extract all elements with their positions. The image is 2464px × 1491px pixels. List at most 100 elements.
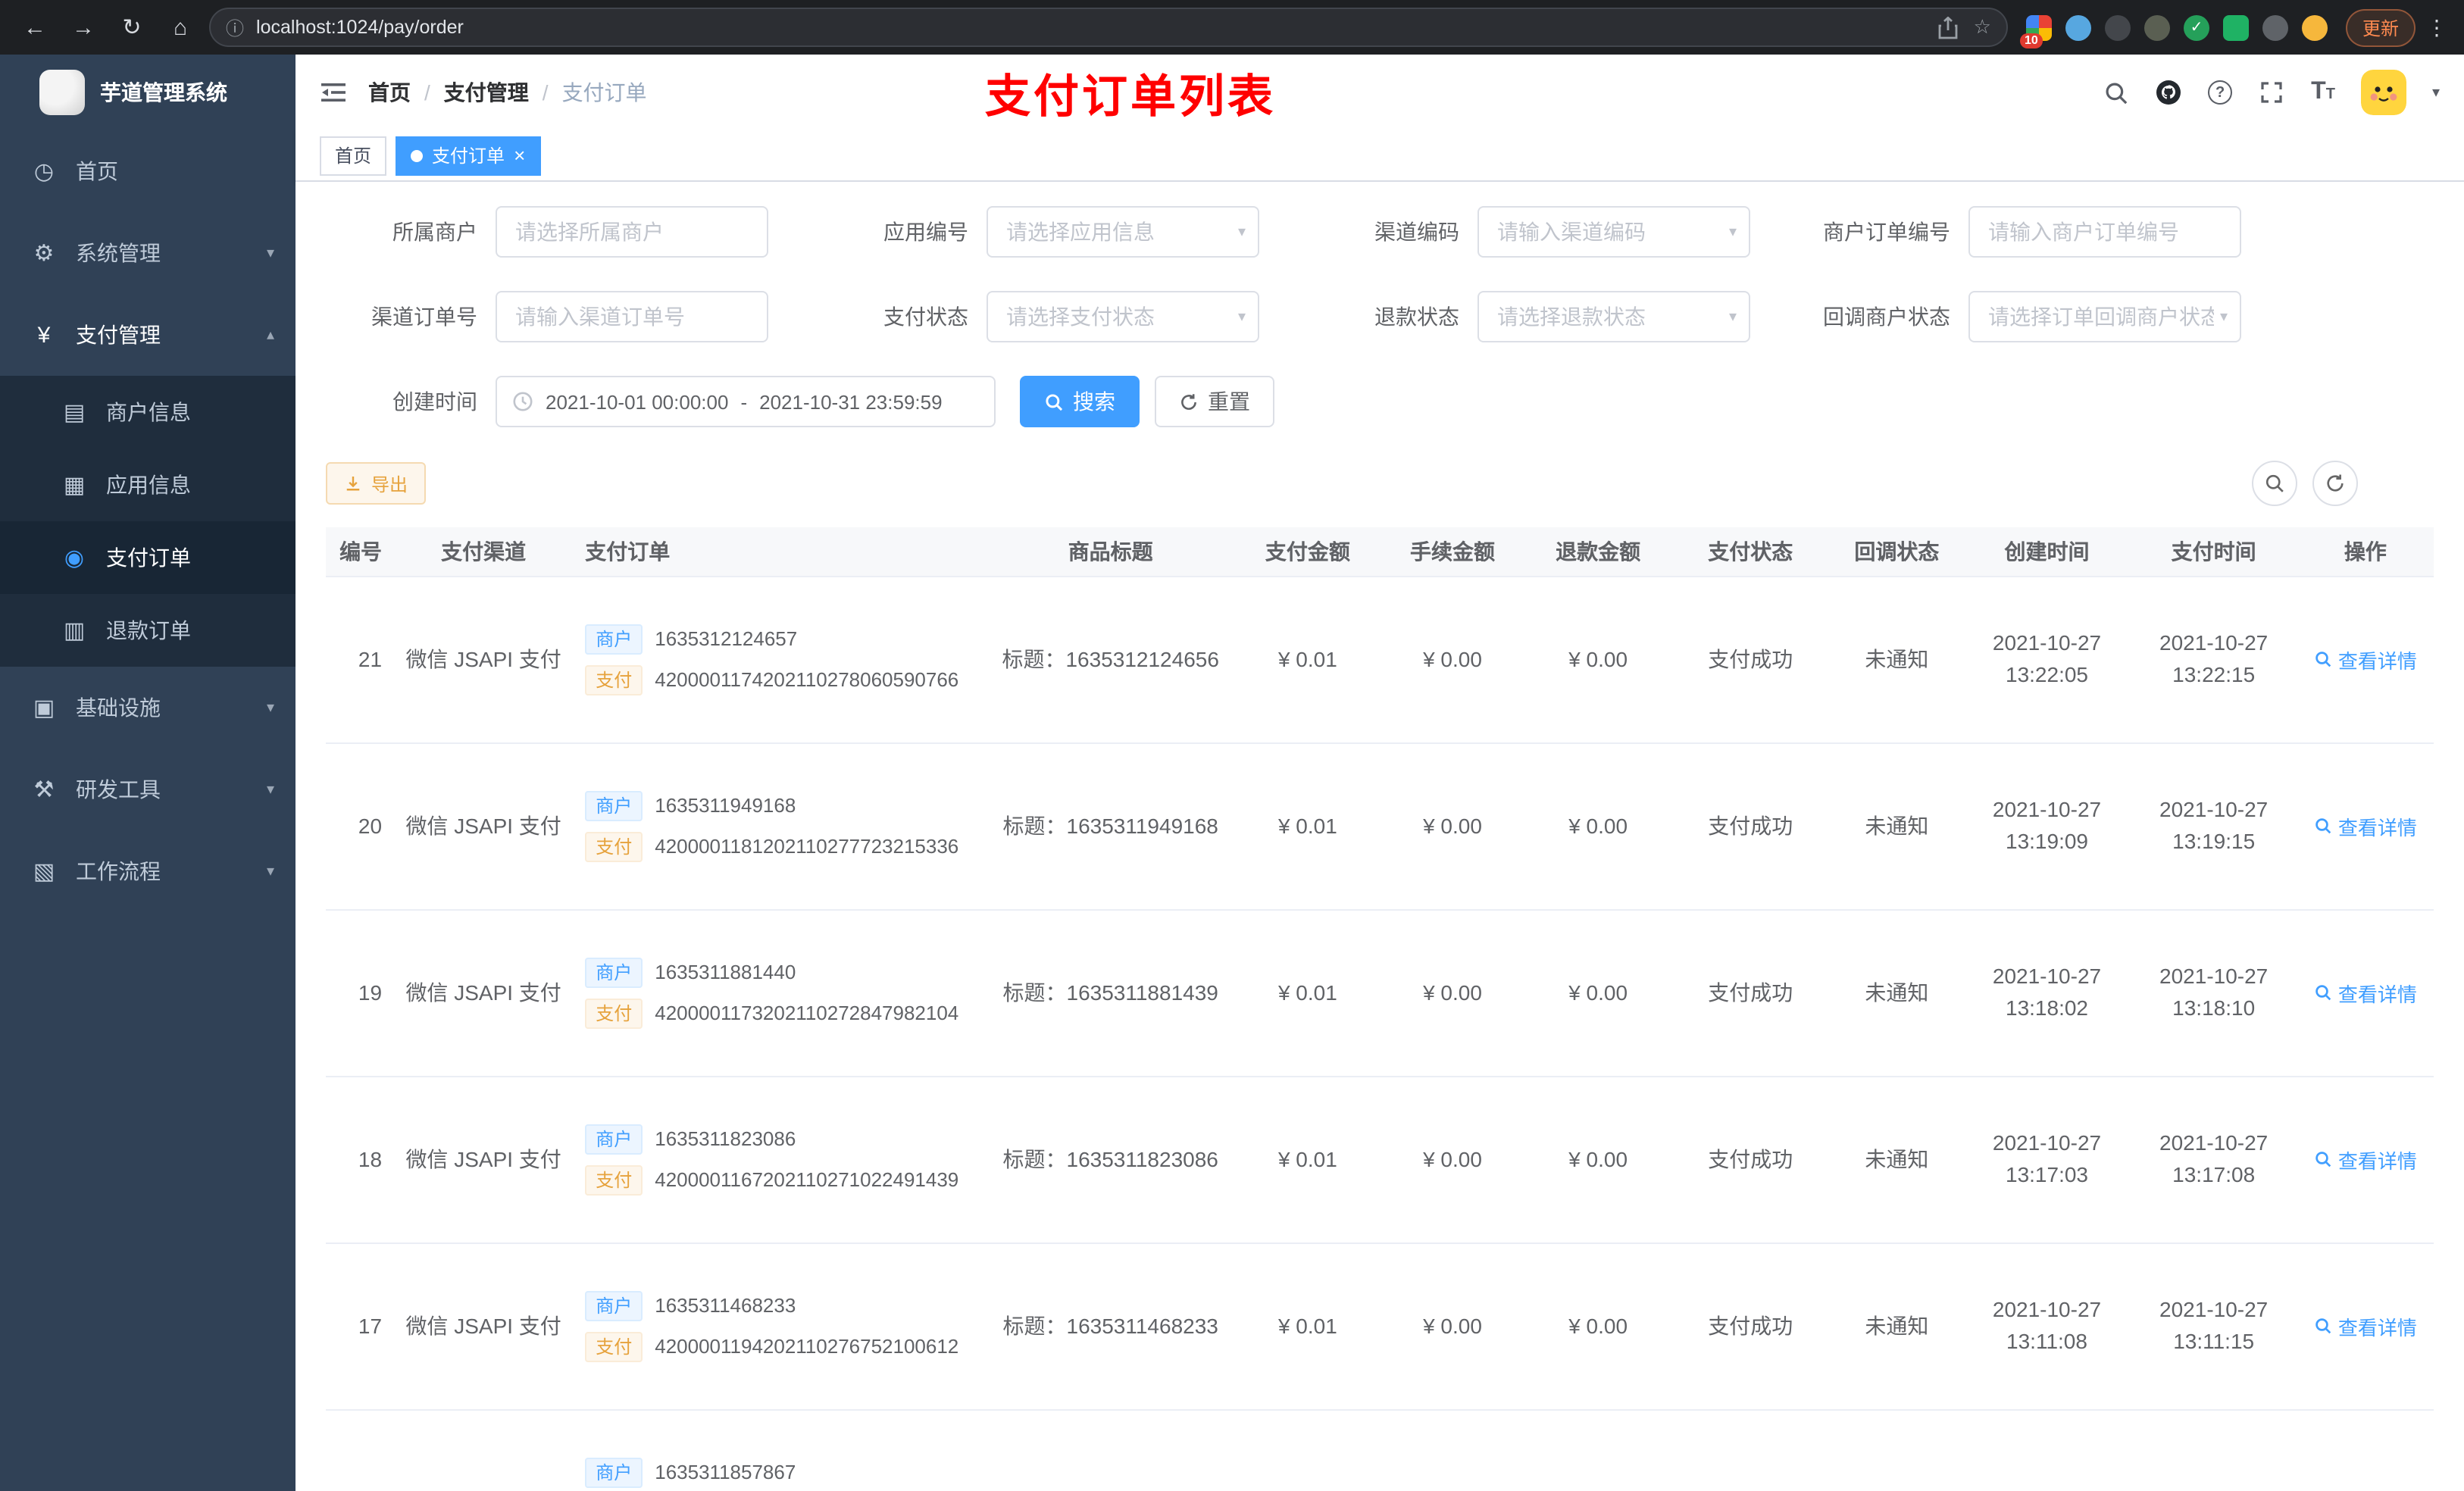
font-size-icon[interactable]: ⚒TT <box>2311 80 2335 105</box>
github-icon[interactable] <box>2155 79 2182 106</box>
sidebar-item-label: 基础设施 <box>76 695 161 720</box>
sidebar-item-refund-order[interactable]: ▥ 退款订单 <box>0 594 295 667</box>
cell-id: 18 <box>326 1076 395 1243</box>
home-icon[interactable]: ⌂ <box>161 8 200 47</box>
extension-icon-2[interactable] <box>2065 14 2091 40</box>
chevron-up-icon: ▴ <box>266 327 274 343</box>
cell-create-time: 2021-10-27 13:11:08 <box>1963 1242 2131 1410</box>
view-detail-link[interactable]: 查看详情 <box>2314 811 2417 840</box>
app-no-select[interactable]: 请选择应用信息 ▾ <box>987 206 1259 258</box>
browser-menu-icon[interactable]: ⋮ <box>2425 14 2449 40</box>
tab-home[interactable]: 首页 <box>320 136 387 175</box>
extension-icon-6[interactable] <box>2222 14 2249 40</box>
fullscreen-icon[interactable] <box>2258 79 2285 106</box>
site-info-icon[interactable]: ⓘ <box>226 14 244 40</box>
cell-pay-time: 2021-10-27 13:11:15 <box>2130 1242 2297 1410</box>
refund-status-select[interactable]: 请选择退款状态 ▾ <box>1477 291 1750 342</box>
pay-order-line: 支付 4200001181202110277723215336 <box>585 831 976 861</box>
table-row: 17 微信 JSAPI 支付 商户 1635311468233 支付 42000… <box>326 1242 2434 1410</box>
cell-id: 17 <box>326 1242 395 1410</box>
pay-status-select[interactable]: 请选择支付状态 ▾ <box>987 291 1259 342</box>
view-detail-label: 查看详情 <box>2337 1149 2417 1172</box>
cell-actions: 查看详情 <box>2297 1242 2434 1410</box>
create-time-range-picker[interactable]: 2021-10-01 00:00:00 - 2021-10-31 23:59:5… <box>496 376 996 427</box>
avatar[interactable] <box>2360 70 2406 115</box>
target-icon: ◉ <box>64 545 85 571</box>
sidebar-item-workflow[interactable]: ▧ 工作流程 ▾ <box>0 830 295 912</box>
cell-pay-time: 2021-10-27 13:18:10 <box>2130 909 2297 1077</box>
cell-id: 21 <box>326 576 395 743</box>
cell-amount: ¥ 0.01 <box>1235 1242 1380 1410</box>
navbar-actions: ? ⚒TT ▾ <box>2102 70 2440 115</box>
cell-pay-order: 商户 1635311468233 支付 42000011942021102767… <box>573 1242 986 1410</box>
extension-icon-8[interactable] <box>2301 14 2328 40</box>
collapse-sidebar-icon[interactable] <box>320 79 347 106</box>
cell-notify-status: 未通知 <box>1830 1076 1964 1243</box>
sidebar-item-infrastructure[interactable]: ▣ 基础设施 ▾ <box>0 667 295 749</box>
date-range-separator: - <box>740 390 748 413</box>
view-detail-label: 查看详情 <box>2337 1316 2417 1339</box>
extension-icon-1[interactable]: 10 <box>2019 14 2052 48</box>
sidebar-item-app-info[interactable]: ▦ 应用信息 <box>0 449 295 521</box>
extension-icon-5[interactable]: ✓ <box>2183 14 2209 40</box>
reset-button[interactable]: 重置 <box>1155 376 1274 427</box>
cell-pay-status: 支付成功 <box>1671 1076 1831 1243</box>
cell-actions: 查看详情 <box>2297 576 2434 743</box>
caret-down-icon[interactable]: ▾ <box>2432 84 2440 101</box>
cell-refund <box>1525 1409 1671 1491</box>
breadcrumb-item-home[interactable]: 首页 <box>368 77 411 108</box>
bookmark-star-icon[interactable]: ☆ <box>1974 15 1991 39</box>
extension-icon-3[interactable] <box>2104 14 2131 40</box>
back-icon[interactable]: ← <box>15 8 55 47</box>
sidebar-item-payment[interactable]: ¥ 支付管理 ▴ <box>0 294 295 376</box>
cell-pay-order: 商户 1635311857867 支付 <box>573 1409 986 1491</box>
refresh-table-button[interactable] <box>2312 461 2358 506</box>
view-detail-link[interactable]: 查看详情 <box>2314 1145 2417 1174</box>
channel-order-no-input[interactable] <box>496 291 768 342</box>
export-button[interactable]: 导出 <box>326 462 427 505</box>
breadcrumb-item-payment[interactable]: 支付管理 <box>444 77 529 108</box>
sidebar-item-label: 应用信息 <box>106 473 191 497</box>
merchant-order-no-input[interactable] <box>1968 206 2241 258</box>
view-detail-link[interactable]: 查看详情 <box>2314 645 2417 674</box>
merchant-filter-input[interactable] <box>496 206 768 258</box>
pay-order-line: 支付 4200001194202110276752100612 <box>585 1331 976 1361</box>
table-body: 21 微信 JSAPI 支付 商户 1635312124657 支付 42000… <box>326 576 2434 1491</box>
cell-actions: 查看详情 <box>2297 742 2434 910</box>
pay-order-no: 4200001173202110272847982104 <box>655 1002 959 1024</box>
channel-code-select[interactable]: 请输入渠道编码 ▾ <box>1477 206 1750 258</box>
cell-refund: ¥ 0.00 <box>1525 742 1671 910</box>
sidebar-item-merchant-info[interactable]: ▤ 商户信息 <box>0 376 295 449</box>
pay-order-no: 4200001167202110271022491439 <box>655 1168 959 1191</box>
share-icon[interactable] <box>1939 16 1959 39</box>
url-bar[interactable]: ⓘ localhost:1024/pay/order ☆ <box>209 8 2008 47</box>
sidebar-item-home[interactable]: ◷ 首页 <box>0 130 295 212</box>
browser-update-button[interactable]: 更新 <box>2345 8 2416 46</box>
sidebar-item-devtools[interactable]: ⚒ 研发工具 ▾ <box>0 749 295 830</box>
forward-icon[interactable]: → <box>64 8 103 47</box>
search-button[interactable]: 搜索 <box>1020 376 1140 427</box>
help-icon[interactable]: ? <box>2208 80 2233 105</box>
view-detail-link[interactable]: 查看详情 <box>2314 1311 2417 1340</box>
tab-pay-order[interactable]: 支付订单 × <box>396 136 541 175</box>
merchant-tag: 商户 <box>585 1290 643 1321</box>
sidebar-item-label: 支付管理 <box>76 323 161 347</box>
extension-icon-7[interactable] <box>2262 14 2288 40</box>
sidebar-menu: ◷ 首页 ⚙ 系统管理 ▾ ¥ 支付管理 ▴ ▤ 商户信息 ▦ 应用信息 ◉ 支… <box>0 130 295 912</box>
cell-pay-status <box>1671 1409 1831 1491</box>
search-icon[interactable] <box>2102 79 2129 106</box>
sidebar-item-system[interactable]: ⚙ 系统管理 ▾ <box>0 212 295 294</box>
view-detail-link[interactable]: 查看详情 <box>2314 978 2417 1007</box>
app-grid-icon: ▦ <box>63 473 86 499</box>
sidebar-item-label: 工作流程 <box>76 859 161 883</box>
merchant-tag: 商户 <box>585 957 643 987</box>
extension-icon-4[interactable] <box>2143 14 2170 40</box>
callback-status-select[interactable]: 请选择订单回调商户状态 ▾ <box>1968 291 2241 342</box>
tab-label: 支付订单 <box>432 145 505 167</box>
close-icon[interactable]: × <box>514 145 525 165</box>
cell-create-time: 2021-10-27 13:17:03 <box>1963 1076 2131 1243</box>
reload-icon[interactable]: ↻ <box>112 8 152 47</box>
merchant-order-no: 1635312124657 <box>655 627 798 650</box>
toggle-search-button[interactable] <box>2252 461 2297 506</box>
sidebar-item-pay-order[interactable]: ◉ 支付订单 <box>0 521 295 594</box>
